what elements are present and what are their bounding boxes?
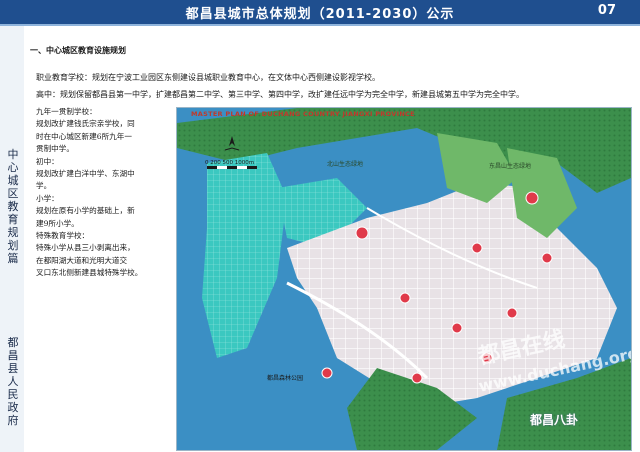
paragraph-vocational: 职业教育学校：规划在宁波工业园区东侧建设县城职业教育中心，在文体中心西侧建设影视… bbox=[36, 73, 380, 82]
sidebar-line: 贯制中学。 bbox=[36, 144, 74, 154]
school-marker bbox=[399, 292, 411, 304]
school-marker bbox=[541, 252, 553, 264]
paragraph-high-school: 高中：规划保留都昌县第一中学，扩建都昌第二中学、第三中学、第四中学，改扩建任远中… bbox=[36, 90, 524, 99]
school-marker bbox=[451, 322, 463, 334]
brand-logo-text: 都昌八卦 bbox=[530, 413, 579, 427]
master-plan-map[interactable]: 0 200 500 1000m 北山生态绿地 东昌山生态绿地 都昌森林公园 MA… bbox=[176, 107, 632, 451]
sidebar-line: 学。 bbox=[36, 181, 52, 191]
sidebar-line: 规划改扩建白洋中学、东湖中 bbox=[36, 169, 135, 179]
school-marker bbox=[506, 307, 518, 319]
school-marker bbox=[411, 372, 423, 384]
sidebar-line: 小学： bbox=[36, 193, 59, 203]
sidebar-line: 时在中心城区新建6所九年一 bbox=[36, 131, 132, 141]
label-east-park: 东昌山生态绿地 bbox=[489, 162, 531, 170]
title-bar: 都昌县城市总体规划（2011-2030）公示 07 bbox=[0, 0, 640, 26]
school-marker bbox=[321, 367, 333, 379]
school-marker bbox=[355, 226, 369, 240]
scale-bar-icon bbox=[207, 166, 257, 169]
side-label-top: 中心城区教育规划篇 bbox=[7, 148, 19, 265]
sidebar-line: 九年一贯制学校： bbox=[36, 107, 97, 116]
sidebar-line: 建9所小学。 bbox=[36, 218, 79, 228]
label-south: 都昌森林公园 bbox=[267, 374, 303, 382]
sidebar-line: 初中： bbox=[36, 156, 59, 166]
sidebar-line: 规划改扩建钱氏宗亲学校，同 bbox=[36, 119, 135, 129]
section-title: 一、中心城区教育设施规划 bbox=[30, 46, 126, 55]
map-title: MASTER PLAN OF DUCHANG COUNTRY JIANGXI P… bbox=[191, 110, 415, 118]
page-number: 07 bbox=[597, 3, 616, 18]
sidebar-text: 九年一贯制学校： 规划改扩建钱氏宗亲学校，同 时在中心城区新建6所九年一 贯制中… bbox=[36, 106, 170, 280]
school-marker bbox=[525, 191, 539, 205]
page-title: 都昌县城市总体规划（2011-2030）公示 bbox=[185, 7, 455, 22]
sidebar-line: 叉口东北侧新建县城特殊学校。 bbox=[36, 268, 143, 278]
scale-label: 0 200 500 1000m bbox=[205, 160, 254, 166]
sidebar-line: 规划在原有小学的基础上，新 bbox=[36, 206, 135, 216]
label-north-park: 北山生态绿地 bbox=[327, 160, 363, 168]
school-marker bbox=[471, 242, 483, 254]
sidebar-line: 在都阳湖大道和光明大道交 bbox=[36, 255, 128, 265]
side-label-bottom: 都昌县人民政府 bbox=[7, 336, 19, 427]
map-canvas: 0 200 500 1000m 北山生态绿地 东昌山生态绿地 都昌森林公园 bbox=[177, 108, 631, 450]
sidebar-line: 特殊小学从县三小剥离出来， bbox=[36, 243, 135, 253]
sidebar-line: 特殊教育学校： bbox=[36, 231, 90, 241]
